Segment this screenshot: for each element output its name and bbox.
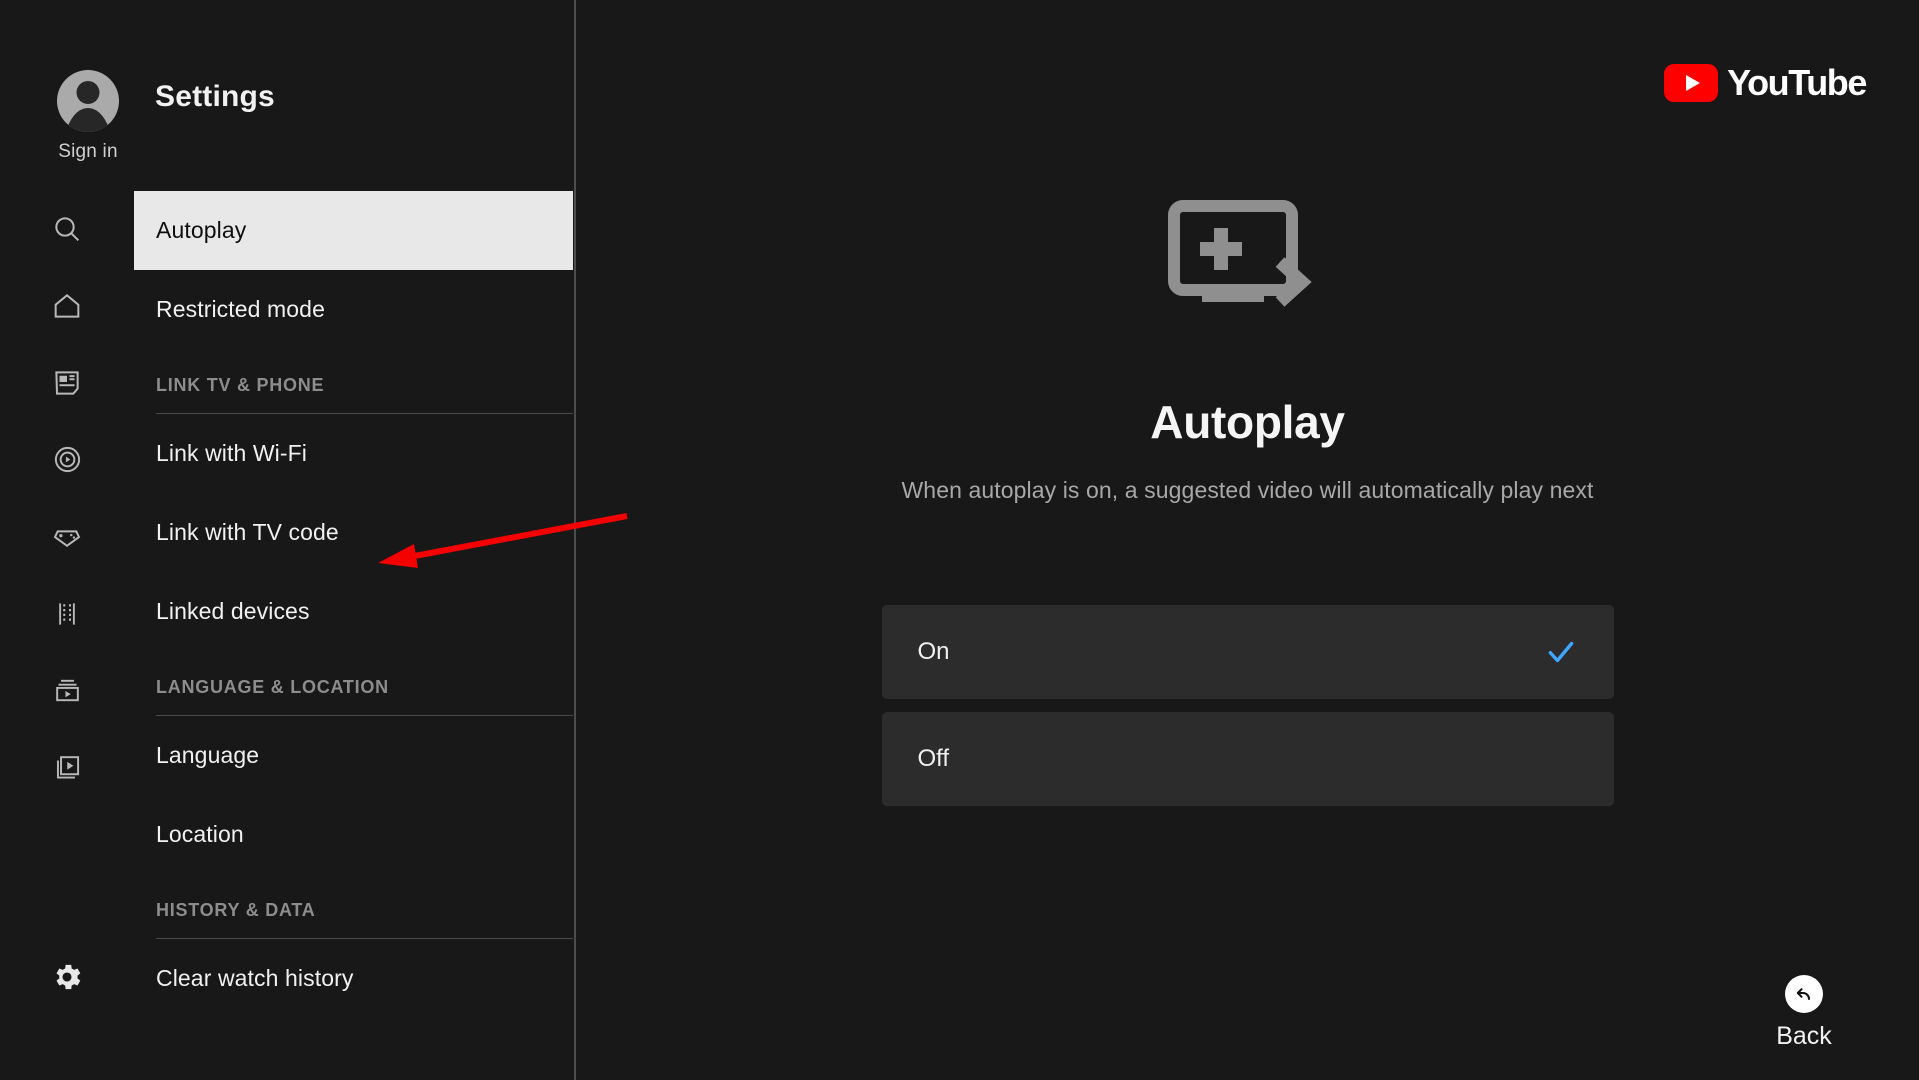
menu-section-link-tv-phone: LINK TV & PHONE [134, 349, 573, 414]
menu-item-label: Clear watch history [156, 965, 354, 991]
avatar-head [76, 81, 100, 104]
menu-section-history-data: HISTORY & DATA [134, 874, 573, 939]
home-icon [51, 290, 83, 322]
rail-item-film-strip[interactable] [0, 575, 134, 652]
news-icon [52, 368, 82, 398]
menu-item-label: Autoplay [156, 217, 247, 243]
rail-item-home[interactable] [0, 267, 134, 344]
menu-item-language[interactable]: Language [134, 716, 573, 795]
menu-item-link-with-wifi[interactable]: Link with Wi-Fi [134, 414, 573, 493]
check-icon [1544, 635, 1578, 669]
menu-item-location[interactable]: Location [134, 795, 573, 874]
menu-item-clear-watch-history[interactable]: Clear watch history [134, 939, 573, 1018]
rail-item-gaming[interactable] [0, 498, 134, 575]
menu-item-label: Link with Wi-Fi [156, 440, 308, 466]
film-strip-icon [52, 599, 82, 629]
back-arrow-icon [1785, 975, 1823, 1013]
subscriptions-icon [52, 675, 83, 706]
options-list: On Off [881, 605, 1614, 819]
back-button[interactable]: Back [1744, 975, 1864, 1051]
avatar[interactable] [57, 70, 119, 132]
menu-item-label: Link with TV code [156, 519, 339, 545]
settings-menu: Autoplay Restricted mode LINK TV & PHONE… [134, 191, 573, 1018]
library-icon [52, 752, 83, 783]
option-label: On [917, 638, 950, 665]
sign-in-label[interactable]: Sign in [44, 141, 132, 163]
menu-item-linked-devices[interactable]: Linked devices [134, 572, 573, 651]
menu-item-label: Linked devices [156, 598, 310, 624]
rail-item-news[interactable] [0, 344, 134, 421]
option-label: Off [917, 745, 950, 772]
detail-description: When autoplay is on, a suggested video w… [901, 477, 1594, 503]
detail-title: Autoplay [1150, 396, 1345, 448]
gaming-icon [51, 521, 83, 553]
rail-item-subscriptions[interactable] [0, 652, 134, 729]
section-label: HISTORY & DATA [156, 900, 316, 920]
rail-item-search[interactable] [0, 190, 134, 267]
menu-item-label: Location [156, 821, 244, 847]
section-label: LINK TV & PHONE [156, 375, 325, 395]
detail-panel: Autoplay When autoplay is on, a suggeste… [576, 0, 1919, 1080]
page-title: Settings [155, 80, 275, 113]
rail-item-library[interactable] [0, 729, 134, 806]
section-label: LANGUAGE & LOCATION [156, 677, 389, 697]
menu-item-autoplay[interactable]: Autoplay [134, 191, 573, 270]
play-circle-icon [52, 444, 83, 475]
back-label: Back [1776, 1022, 1832, 1050]
menu-item-link-with-tv-code[interactable]: Link with TV code [134, 493, 573, 572]
autoplay-screen-icon [1167, 200, 1328, 325]
avatar-body [64, 108, 112, 132]
menu-item-label: Restricted mode [156, 296, 325, 322]
gear-icon [50, 960, 84, 999]
option-row-off[interactable]: Off [881, 712, 1614, 806]
rail-item-settings[interactable] [0, 960, 134, 999]
rail-item-play-circle[interactable] [0, 421, 134, 498]
menu-item-restricted-mode[interactable]: Restricted mode [134, 270, 573, 349]
icon-rail [0, 190, 134, 806]
account-block[interactable]: Sign in [44, 70, 132, 163]
menu-section-language-location: LANGUAGE & LOCATION [134, 651, 573, 716]
menu-item-label: Language [156, 742, 260, 768]
option-row-on[interactable]: On [881, 605, 1614, 699]
search-icon [51, 213, 83, 245]
